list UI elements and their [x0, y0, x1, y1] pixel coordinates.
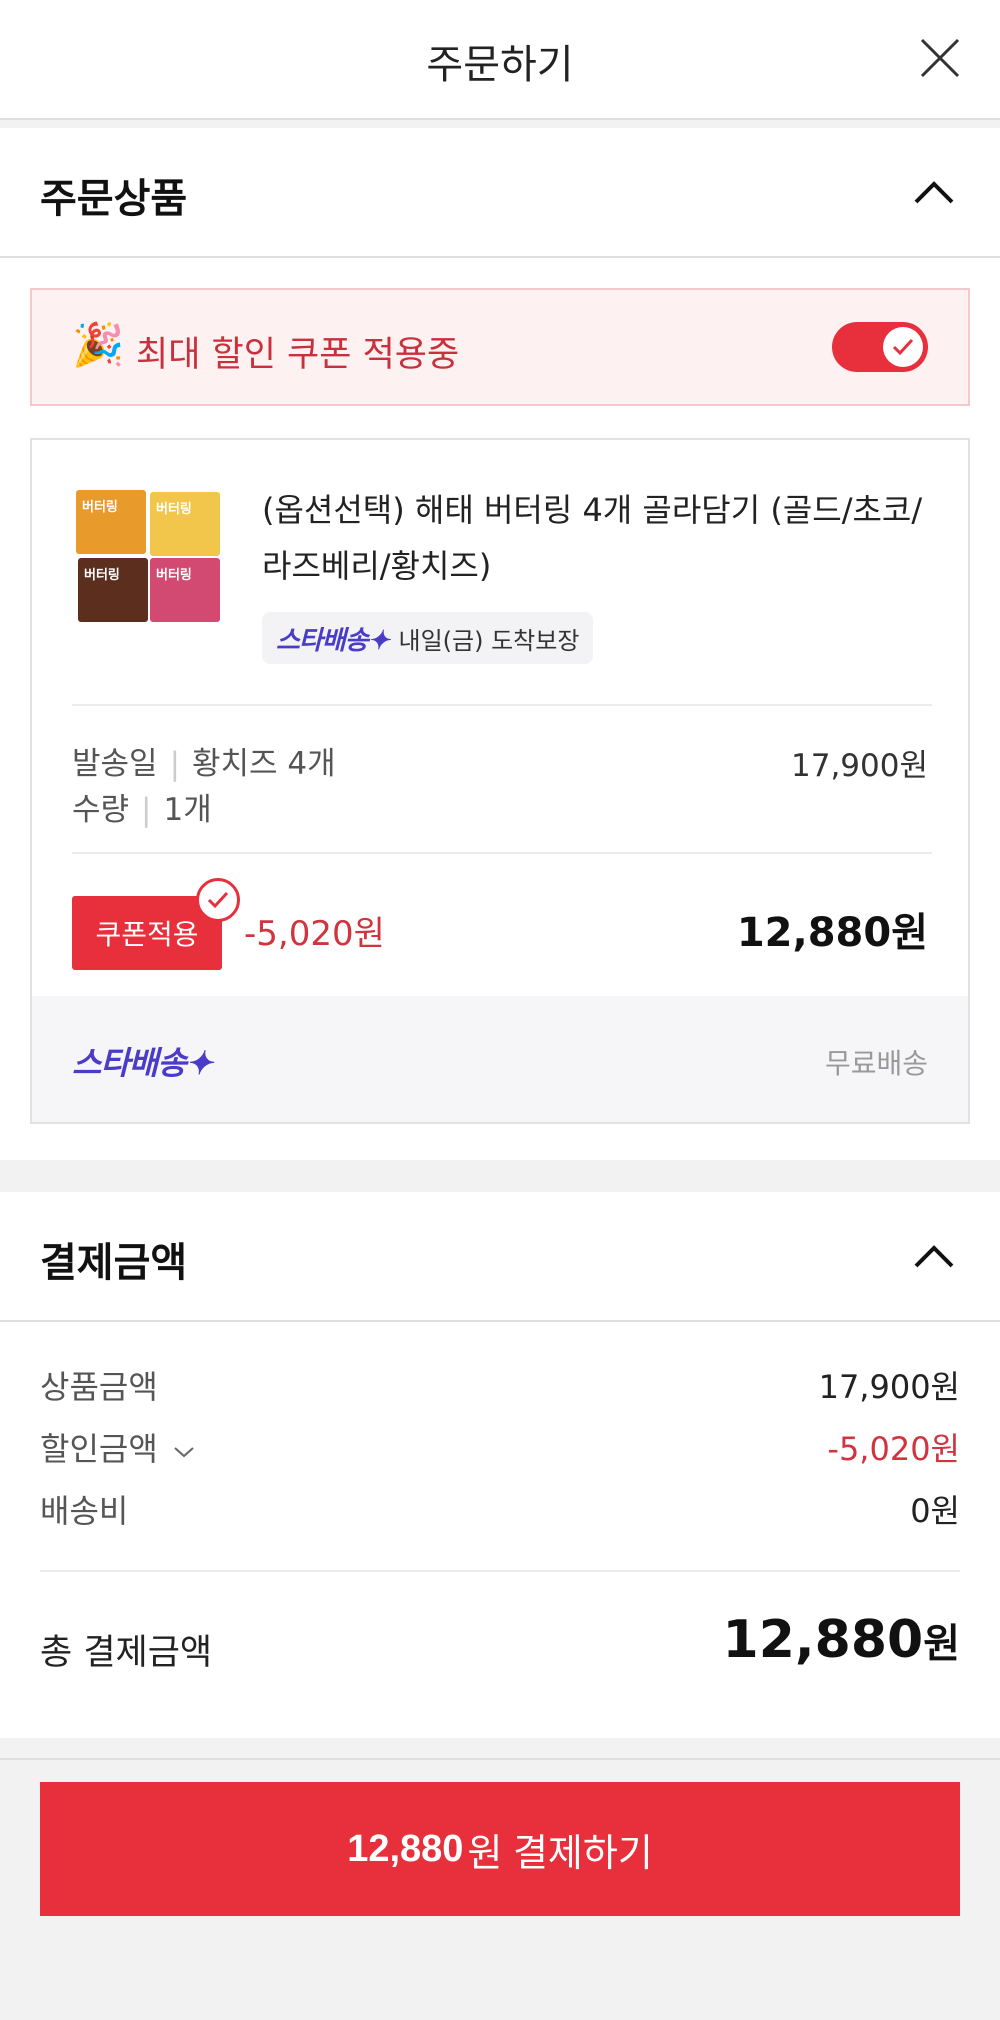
summary-label[interactable]: 할인금액: [40, 1424, 196, 1470]
shipping-tag: 스타배송✦ 내일(금) 도착보장: [262, 612, 594, 664]
total-value: 12,880원: [722, 1610, 960, 1670]
shipping-footer: 스타배송✦ 무료배송: [32, 996, 968, 1122]
bottom-bar: 12,880 원 결제하기: [0, 1758, 1000, 2020]
section-title: 주문상품: [40, 176, 188, 222]
section-title: 결제금액: [40, 1240, 188, 1286]
delivery-guarantee: 내일(금) 도착보장: [398, 626, 580, 655]
quantity-label: 수량: [72, 792, 130, 828]
star-delivery-logo: 스타배송✦: [72, 1045, 213, 1081]
coupon-banner-text: 최대 할인 쿠폰 적용중: [136, 335, 460, 375]
coupon-banner: 🎉 최대 할인 쿠폰 적용중: [30, 288, 970, 406]
option-label: 발송일: [72, 746, 158, 782]
final-price: 12,880원: [736, 910, 928, 956]
summary-value: 0원: [910, 1492, 960, 1530]
party-popper-icon: 🎉: [72, 320, 125, 369]
original-price: 17,900원: [791, 748, 928, 784]
total-label: 총 결제금액: [40, 1633, 213, 1673]
divider: [40, 1570, 960, 1572]
close-icon[interactable]: [918, 36, 962, 80]
summary-label: 상품금액: [40, 1368, 158, 1406]
summary-value: 17,900원: [818, 1368, 960, 1406]
chevron-up-icon[interactable]: [912, 172, 956, 212]
check-icon: [892, 338, 914, 356]
product-card: 버터링 버터링 버터링 버터링 (옵션선택) 해태 버터링 4개 골라담기 (골…: [30, 438, 970, 1124]
quantity-line: 수량 | 1개: [72, 792, 212, 828]
product-name[interactable]: (옵션선택) 해태 버터링 4개 골라담기 (골드/초코/라즈베리/황치즈): [262, 482, 942, 594]
chevron-down-icon[interactable]: [172, 1444, 196, 1460]
product-thumbnail: 버터링 버터링 버터링 버터링: [76, 490, 222, 626]
toggle-knob: [883, 327, 923, 367]
star-delivery-logo: 스타배송✦: [276, 624, 389, 655]
coupon-check-badge: [196, 878, 240, 922]
order-items-section: 주문상품 🎉 최대 할인 쿠폰 적용중 버터링 버터링 버터링 버터링 (옵션선…: [0, 128, 1000, 1160]
chevron-up-icon[interactable]: [912, 1236, 956, 1276]
free-shipping-label: 무료배송: [824, 1047, 928, 1080]
option-line: 발송일 | 황치즈 4개: [72, 746, 336, 782]
payment-header[interactable]: 결제금액: [0, 1192, 1000, 1322]
discount-amount: -5,020원: [244, 914, 385, 954]
option-value: 황치즈 4개: [192, 746, 336, 782]
quantity-value: 1개: [163, 792, 212, 828]
coupon-toggle[interactable]: [832, 322, 928, 372]
divider: [72, 704, 932, 706]
header: 주문하기: [0, 0, 1000, 120]
order-items-header[interactable]: 주문상품: [0, 128, 1000, 258]
payment-section: 결제금액 상품금액 17,900원 할인금액 -5,020원 배송비 0원 총 …: [0, 1192, 1000, 1738]
check-icon: [207, 891, 229, 909]
page-title: 주문하기: [426, 42, 574, 88]
pay-button[interactable]: 12,880 원 결제하기: [40, 1782, 960, 1916]
summary-value: -5,020원: [827, 1430, 960, 1468]
divider: [72, 852, 932, 854]
summary-label: 배송비: [40, 1492, 129, 1530]
